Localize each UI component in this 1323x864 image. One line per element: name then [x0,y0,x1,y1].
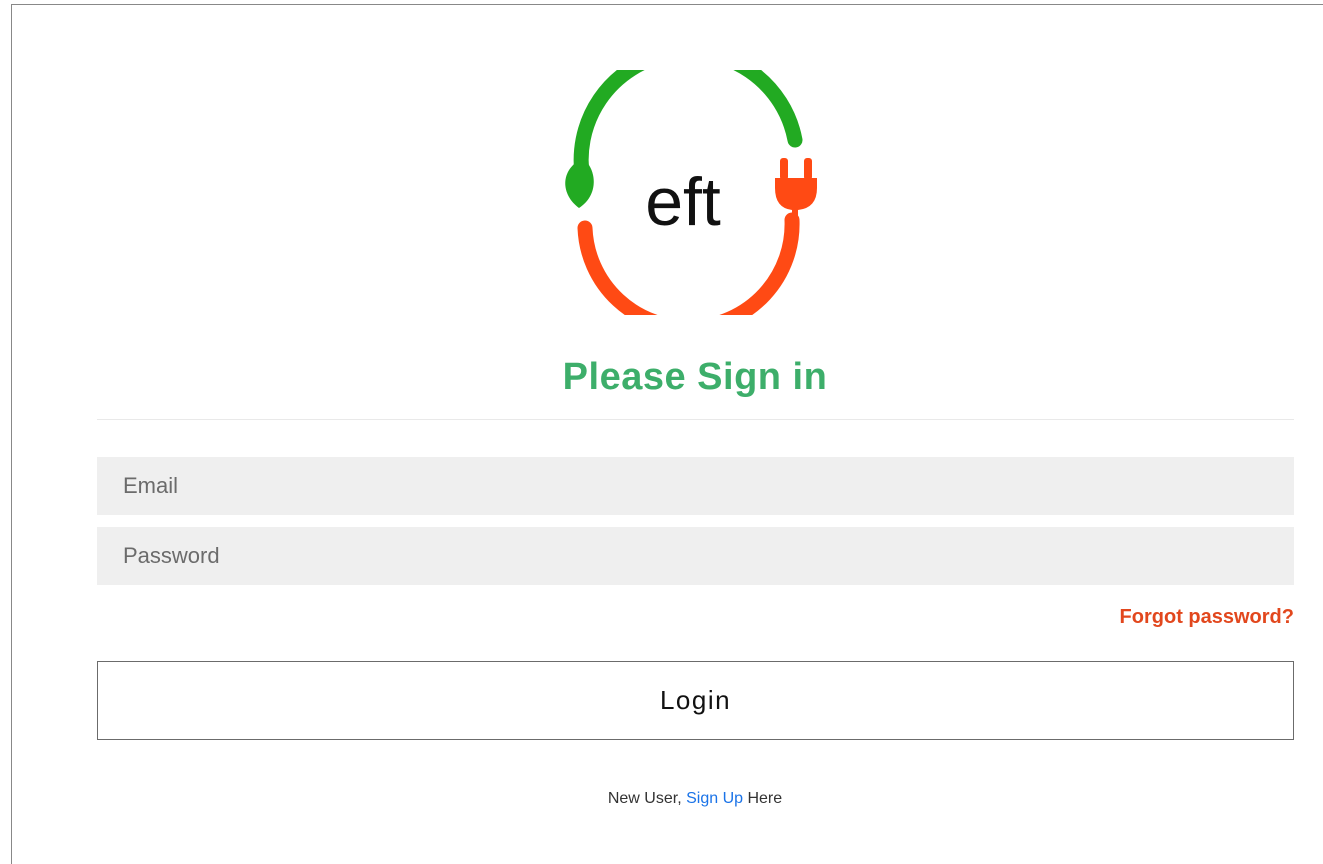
page-title: Please Sign in [562,356,828,398]
signup-prompt: New User, Sign Up Here [0,790,1323,808]
eft-logo: eft [565,70,817,315]
signup-prefix: New User, [607,790,687,807]
forgot-password-link[interactable]: Forgot password? [1120,606,1294,629]
signup-link[interactable]: Sign Up [686,790,743,807]
divider [97,419,1294,420]
email-field[interactable] [97,457,1294,515]
logo-text: eft [645,164,721,240]
signup-suffix: Here [743,790,783,807]
plug-icon [775,158,817,222]
login-button[interactable]: Login [97,661,1294,740]
password-field[interactable] [97,527,1294,585]
leaf-icon [565,158,594,208]
